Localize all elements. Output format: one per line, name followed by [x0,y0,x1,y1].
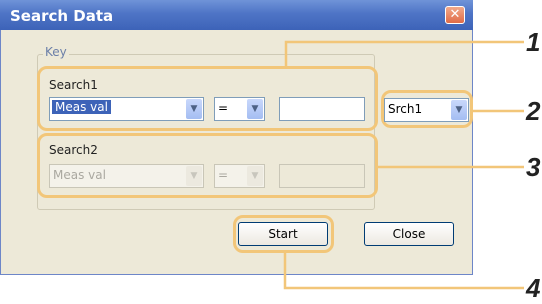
callout-number-2: 2 [526,96,541,126]
callout-line-4 [283,253,524,290]
callout-number-3: 3 [526,152,541,182]
callout-line-1 [284,40,524,66]
callout-lines [283,40,524,290]
callout-number-1: 1 [526,27,541,57]
callout-number-4: 4 [526,273,541,303]
